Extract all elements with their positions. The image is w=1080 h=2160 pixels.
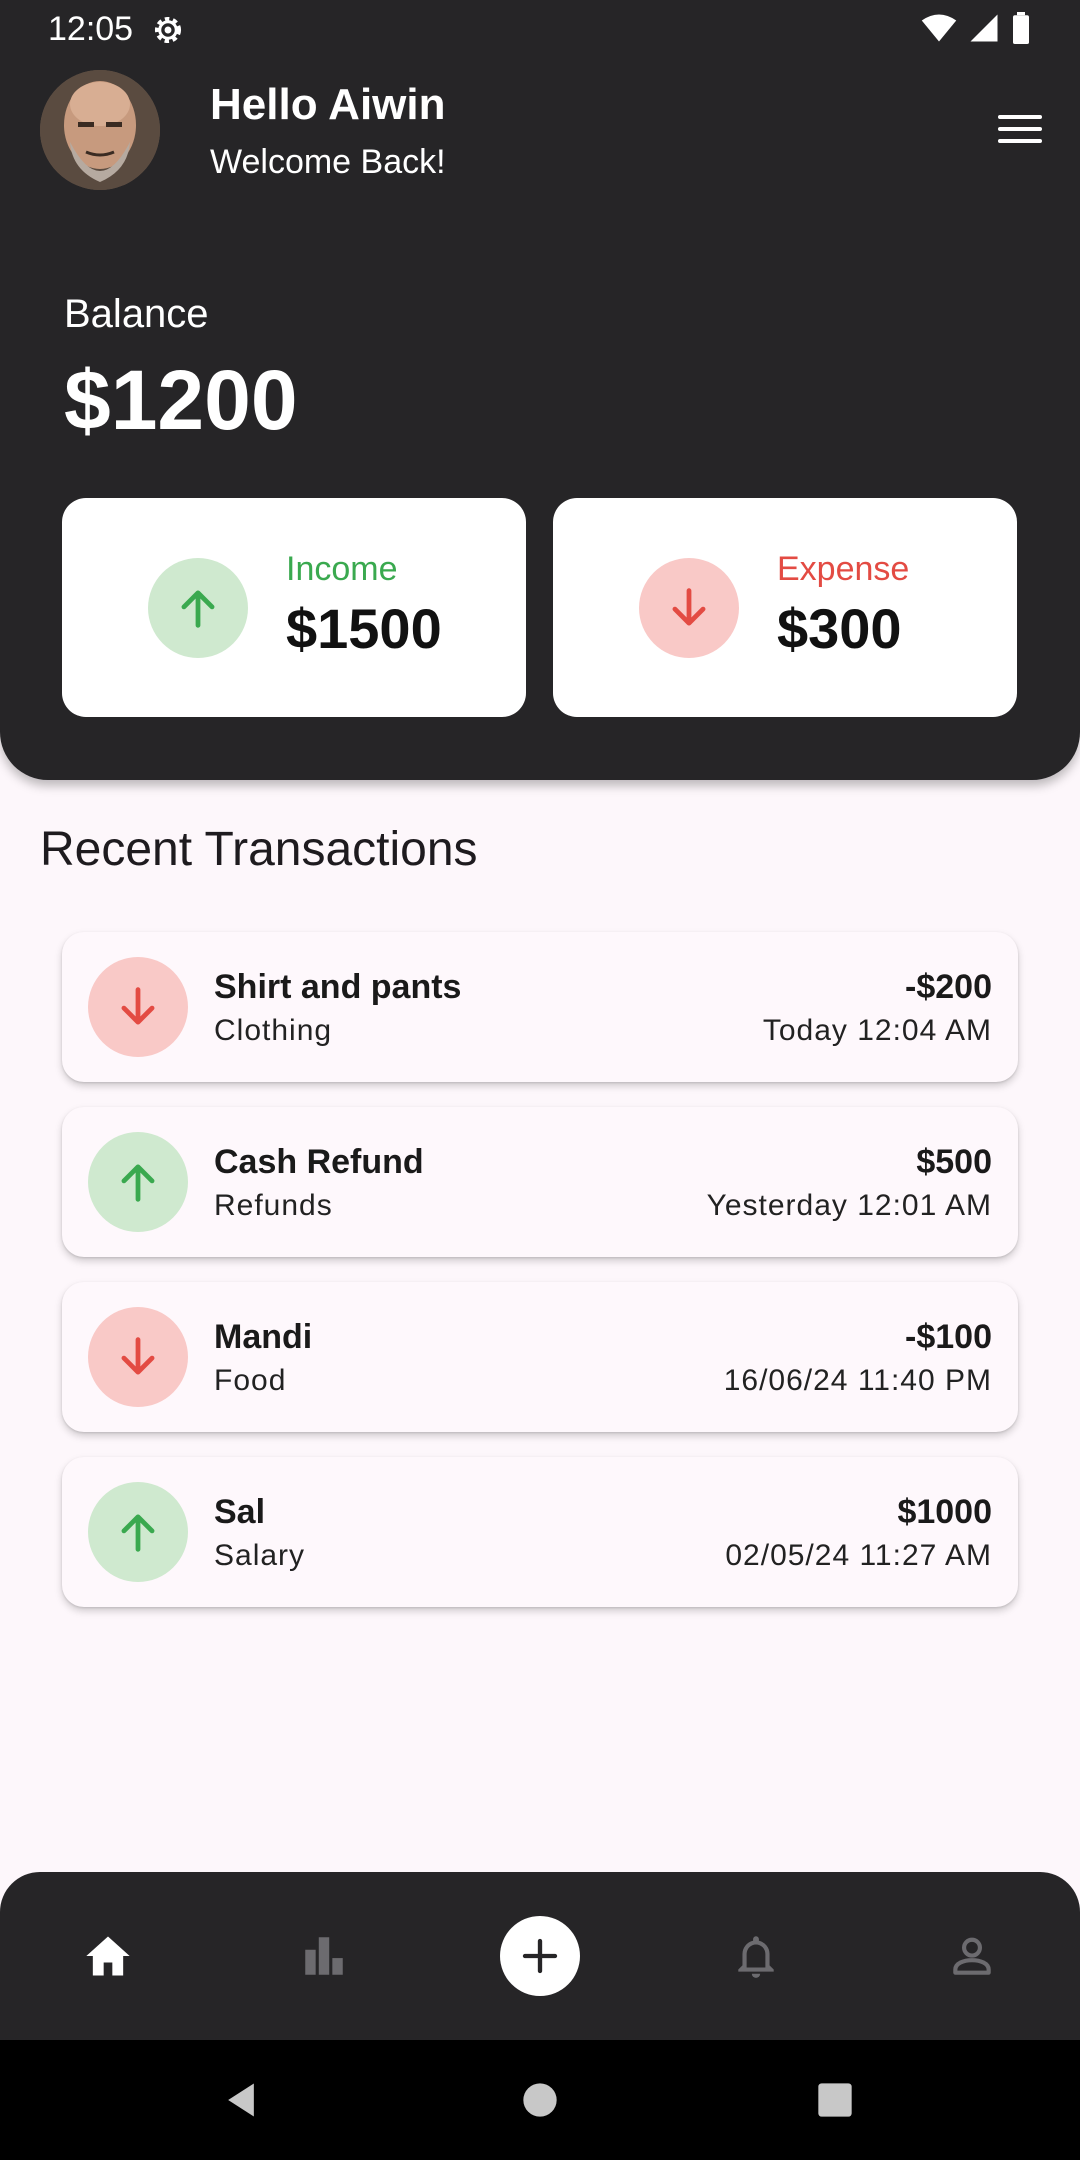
nav-home[interactable]	[0, 1872, 216, 2040]
header-panel: 12:05 Hello Aiwin Welcome Back! Balance …	[0, 0, 1080, 780]
transaction-amount: $1000	[897, 1493, 992, 1531]
transaction-row[interactable]: Sal Salary $1000 02/05/24 11:27 AM	[62, 1457, 1018, 1607]
nav-stats[interactable]	[216, 1872, 432, 2040]
arrow-down-icon	[121, 1337, 155, 1375]
home-icon	[86, 1936, 130, 1976]
arrow-down-icon	[672, 588, 706, 626]
transaction-title: Shirt and pants	[214, 968, 462, 1006]
expense-card[interactable]: Expense $300	[553, 498, 1017, 717]
transaction-type-badge	[88, 1132, 188, 1232]
hamburger-menu-icon[interactable]	[990, 104, 1050, 154]
screen: 12:05 Hello Aiwin Welcome Back! Balance …	[0, 0, 1080, 2160]
balance-value: $1200	[64, 353, 298, 447]
transaction-time: Yesterday 12:01 AM	[706, 1189, 992, 1222]
arrow-up-icon	[121, 1164, 155, 1202]
cellular-signal-icon	[970, 14, 998, 42]
transaction-row[interactable]: Mandi Food -$100 16/06/24 11:40 PM	[62, 1282, 1018, 1432]
expense-value: $300	[777, 597, 902, 660]
transaction-time: 02/05/24 11:27 AM	[725, 1539, 992, 1572]
transaction-time: Today 12:04 AM	[762, 1014, 992, 1047]
avatar-portrait-icon	[40, 70, 160, 190]
transaction-category: Clothing	[214, 1014, 333, 1047]
bell-icon	[738, 1936, 774, 1978]
greeting-subtitle: Welcome Back!	[210, 143, 446, 181]
add-icon	[522, 1938, 558, 1974]
expense-arrow-badge	[639, 558, 739, 658]
greeting-title: Hello Aiwin	[210, 80, 446, 129]
home-circle-icon	[523, 2083, 557, 2117]
recents-square-icon	[818, 2083, 852, 2117]
transaction-category: Food	[214, 1364, 287, 1397]
system-navigation-bar	[0, 2040, 1080, 2160]
transaction-title: Sal	[214, 1493, 266, 1531]
transaction-category: Refunds	[214, 1189, 333, 1222]
nav-notifications[interactable]	[648, 1872, 864, 2040]
status-icons	[920, 12, 1032, 44]
battery-icon	[1013, 12, 1029, 44]
transaction-list: Shirt and pants Clothing -$200 Today 12:…	[62, 932, 1018, 1632]
system-recents-button[interactable]	[775, 2040, 895, 2160]
expense-label: Expense	[777, 550, 910, 588]
status-time: 12:05	[48, 10, 134, 48]
income-card[interactable]: Income $1500	[62, 498, 526, 717]
transaction-type-badge	[88, 1482, 188, 1582]
back-triangle-icon	[228, 2083, 254, 2117]
income-label: Income	[286, 550, 398, 588]
stats-icon	[305, 1937, 343, 1975]
transaction-title: Cash Refund	[214, 1143, 424, 1181]
system-home-button[interactable]	[480, 2040, 600, 2160]
wifi-icon	[921, 14, 957, 42]
transaction-amount: -$200	[905, 968, 992, 1006]
transaction-time: 16/06/24 11:40 PM	[723, 1364, 992, 1397]
arrow-up-icon	[121, 1514, 155, 1552]
transaction-category: Salary	[214, 1539, 306, 1572]
system-back-button[interactable]	[181, 2040, 301, 2160]
profile-icon	[953, 1937, 991, 1975]
transaction-type-badge	[88, 1307, 188, 1407]
transaction-row[interactable]: Cash Refund Refunds $500 Yesterday 12:01…	[62, 1107, 1018, 1257]
user-avatar[interactable]	[40, 70, 160, 190]
balance-label: Balance	[64, 292, 209, 336]
nav-add[interactable]	[432, 1872, 648, 2040]
bottom-navigation	[0, 1872, 1080, 2040]
transaction-amount: -$100	[905, 1318, 992, 1356]
income-value: $1500	[286, 597, 442, 660]
transaction-type-badge	[88, 957, 188, 1057]
status-bar: 12:05	[0, 0, 1080, 60]
add-transaction-button[interactable]	[500, 1916, 580, 1996]
transaction-amount: $500	[916, 1143, 992, 1181]
nav-profile[interactable]	[864, 1872, 1080, 2040]
transaction-row[interactable]: Shirt and pants Clothing -$200 Today 12:…	[62, 932, 1018, 1082]
arrow-up-icon	[181, 590, 215, 628]
recent-transactions-title: Recent Transactions	[40, 823, 478, 876]
transaction-title: Mandi	[214, 1318, 313, 1356]
arrow-down-icon	[121, 987, 155, 1025]
income-arrow-badge	[148, 558, 248, 658]
settings-gear-icon	[154, 16, 182, 44]
